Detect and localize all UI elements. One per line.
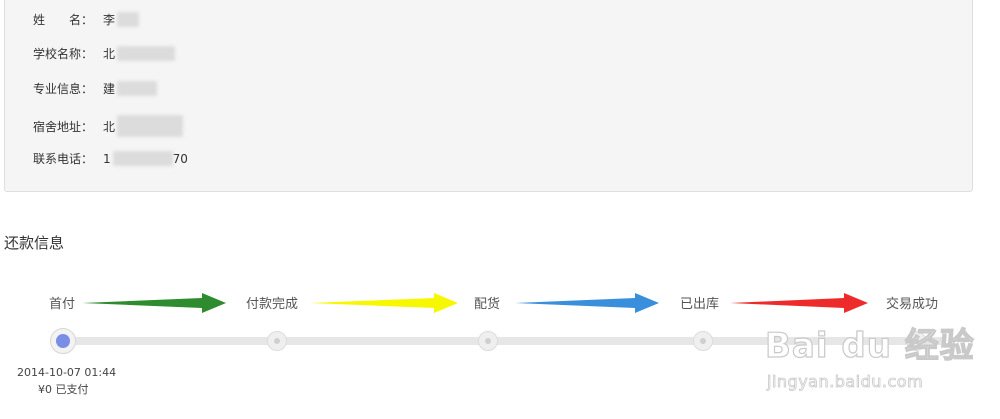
name-label: 姓 名： — [33, 13, 94, 27]
step-label-down-payment: 首付 — [49, 297, 76, 312]
school-value: 北 — [103, 47, 116, 61]
step-label-payment-complete: 付款完成 — [246, 297, 299, 312]
repayment-section-title: 还款信息 — [4, 234, 65, 252]
redaction-blur — [117, 81, 158, 96]
arrow-icon-blue — [515, 293, 659, 313]
step-label-completed: 交易成功 — [886, 297, 939, 312]
step-label-picking: 配货 — [474, 297, 501, 312]
name-row: 姓 名： 李 — [33, 11, 140, 28]
progress-node-down-payment — [50, 328, 76, 354]
dorm-label: 宿舍地址： — [33, 119, 94, 134]
arrow-icon-yellow — [310, 293, 458, 313]
progress-node-shipped — [693, 331, 713, 351]
receiver-info-card: 姓 名： 李 学校名称： 北 专业信息： 建 宿舍地址： 北 联系电话： 1 7… — [4, 0, 973, 192]
phone-label: 联系电话： — [33, 152, 94, 166]
phone-prefix: 1 — [103, 151, 111, 166]
major-label: 专业信息： — [33, 82, 94, 96]
watermark-url: jingyan.baidu.com — [767, 372, 924, 392]
step-label-shipped: 已出库 — [680, 297, 720, 312]
arrow-icon-green — [82, 293, 226, 313]
progress-node-payment-complete — [267, 331, 287, 351]
watermark-brand: Bai du 经验 — [764, 325, 975, 366]
dorm-row: 宿舍地址： 北 — [33, 115, 184, 137]
redaction-blur — [117, 46, 176, 61]
name-value: 李 — [103, 13, 116, 27]
phone-suffix: 70 — [172, 151, 188, 166]
school-label: 学校名称： — [33, 47, 94, 61]
arrow-icon-red — [730, 293, 868, 313]
redaction-blur — [112, 151, 173, 166]
major-row: 专业信息： 建 — [33, 80, 158, 97]
first-node-time: 2014-10-07 01:44 — [17, 366, 117, 379]
first-node-status: ¥0 已支付 — [38, 383, 89, 396]
baidu-jingyan-watermark: Bai du 经验 jingyan.baidu.com — [764, 318, 975, 396]
redaction-blur — [117, 115, 184, 137]
phone-row: 联系电话： 1 70 — [33, 150, 188, 167]
dorm-value: 北 — [103, 119, 116, 134]
school-row: 学校名称： 北 — [33, 45, 176, 62]
progress-node-picking — [478, 331, 498, 351]
redaction-blur — [117, 12, 140, 27]
major-value: 建 — [103, 82, 116, 96]
